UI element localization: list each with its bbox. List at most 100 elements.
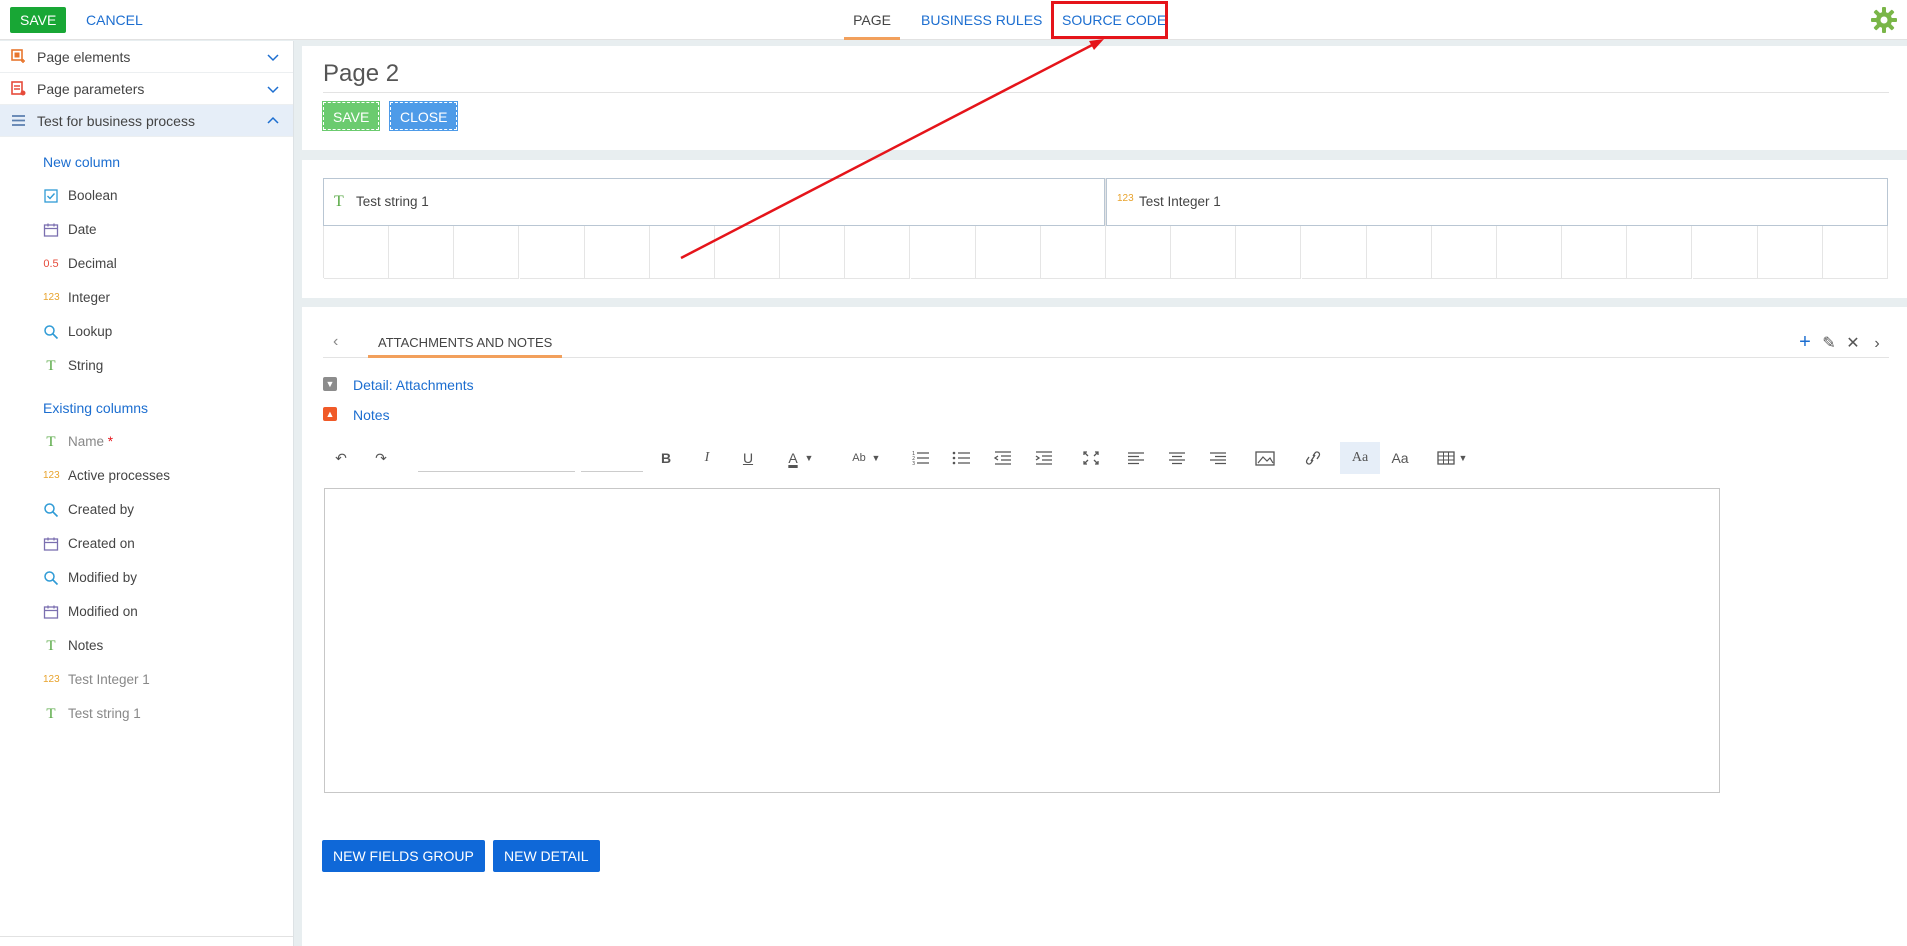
page-parameters-icon	[11, 81, 26, 96]
redo-icon[interactable]: ↷	[368, 442, 394, 474]
column-integer[interactable]: 123 Integer	[0, 281, 293, 315]
align-right-icon[interactable]	[1205, 442, 1231, 474]
save-button[interactable]: SAVE	[10, 7, 67, 33]
column-name[interactable]: T Name *	[0, 425, 293, 459]
indent-icon[interactable]	[1032, 442, 1058, 474]
string-icon: T	[334, 193, 344, 210]
field-label: Test string 1	[356, 194, 429, 209]
outdent-icon[interactable]	[991, 442, 1017, 474]
column-notes[interactable]: T Notes	[0, 629, 293, 663]
notes-editor[interactable]	[324, 488, 1720, 793]
table-icon[interactable]	[1435, 442, 1457, 474]
bold-icon[interactable]: B	[653, 442, 679, 474]
column-label: String	[68, 358, 104, 373]
page-header-panel: Page 2 SAVE CLOSE	[302, 46, 1907, 150]
chevron-down-icon[interactable]	[267, 51, 279, 63]
required-mark: *	[107, 434, 114, 449]
search-icon	[44, 325, 59, 340]
column-created-on[interactable]: Created on	[0, 527, 293, 561]
underline-icon[interactable]: U	[735, 442, 761, 474]
edit-icon[interactable]: ✎	[1817, 333, 1841, 353]
align-center-icon[interactable]	[1164, 442, 1190, 474]
column-test-string-1[interactable]: T Test string 1	[0, 697, 293, 731]
column-label: Decimal	[68, 256, 117, 271]
column-created-by[interactable]: Created by	[0, 493, 293, 527]
column-modified-by[interactable]: Modified by	[0, 561, 293, 595]
column-label: Created on	[68, 536, 135, 551]
cancel-button[interactable]: CANCEL	[76, 7, 153, 33]
detail-label: Detail: Attachments	[353, 377, 474, 393]
field-test-string-1[interactable]: T Test string 1	[323, 178, 1105, 226]
fullscreen-icon[interactable]	[1078, 442, 1104, 474]
font-size-select[interactable]	[581, 448, 643, 472]
page-title: Page 2	[323, 60, 400, 87]
column-label: Lookup	[68, 324, 113, 339]
decimal-icon: 0.5	[43, 258, 59, 270]
new-fields-group-button[interactable]: NEW FIELDS GROUP	[322, 840, 485, 872]
new-column-title: New column	[43, 154, 121, 170]
chevron-up-icon[interactable]	[267, 115, 279, 127]
chevron-down-icon[interactable]: ▼	[1457, 442, 1469, 474]
tab-page[interactable]: PAGE	[844, 0, 900, 40]
chevron-down-icon[interactable]	[267, 83, 279, 95]
image-icon[interactable]	[1252, 442, 1278, 474]
bullet-list-icon[interactable]	[950, 442, 976, 474]
chevron-down-icon[interactable]: ▼	[870, 442, 882, 474]
new-detail-button[interactable]: NEW DETAIL	[493, 840, 600, 872]
field-test-integer-1[interactable]: 123 Test Integer 1	[1106, 178, 1888, 226]
detail-notes[interactable]: ▲ Notes	[323, 405, 390, 425]
chevron-down-icon[interactable]: ▼	[803, 442, 815, 474]
gear-icon[interactable]	[1870, 6, 1898, 34]
integer-icon: 123	[43, 674, 60, 685]
add-icon[interactable]: +	[1793, 331, 1817, 354]
tab-business-rules[interactable]: BUSINESS RULES	[921, 0, 1042, 40]
section-test-for-business-process[interactable]: Test for business process	[0, 105, 293, 137]
column-label: Boolean	[68, 188, 118, 203]
font-color-icon[interactable]: A	[783, 442, 803, 474]
column-boolean[interactable]: Boolean	[0, 179, 293, 213]
column-decimal[interactable]: 0.5 Decimal	[0, 247, 293, 281]
page-save-button[interactable]: SAVE	[321, 101, 381, 131]
column-active-processes[interactable]: 123 Active processes	[0, 459, 293, 493]
existing-columns-title: Existing columns	[43, 400, 149, 416]
integer-icon: 123	[43, 292, 60, 303]
section-page-parameters[interactable]: Page parameters	[0, 73, 293, 105]
column-string[interactable]: T String	[0, 349, 293, 383]
highlight-color-icon[interactable]: Ab	[848, 442, 870, 474]
chevron-left-icon[interactable]: ‹	[333, 333, 338, 351]
column-date[interactable]: Date	[0, 213, 293, 247]
calendar-icon	[43, 223, 59, 237]
undo-icon[interactable]: ↶	[328, 442, 354, 474]
integer-icon: 123	[43, 470, 60, 481]
detail-attachments[interactable]: ▼ Detail: Attachments	[323, 375, 474, 395]
serif-font-icon[interactable]: Aa	[1340, 442, 1380, 474]
sans-font-icon[interactable]: Aa	[1387, 442, 1413, 474]
search-icon	[44, 503, 59, 518]
tab-actions: + ✎ ✕ ›	[1793, 331, 1889, 354]
column-label: Test string 1	[68, 706, 141, 721]
chevron-right-icon[interactable]: ›	[1865, 335, 1889, 353]
column-test-integer-1[interactable]: 123 Test Integer 1	[0, 663, 293, 697]
font-family-select[interactable]	[418, 448, 575, 472]
string-icon: T	[46, 706, 56, 722]
italic-icon[interactable]: I	[694, 442, 720, 474]
section-label: Page elements	[37, 49, 131, 65]
close-icon[interactable]: ✕	[1841, 333, 1865, 353]
numbered-list-icon[interactable]: 123	[909, 442, 935, 474]
column-modified-on[interactable]: Modified on	[0, 595, 293, 629]
calendar-icon	[43, 605, 59, 619]
column-lookup[interactable]: Lookup	[0, 315, 293, 349]
link-icon[interactable]	[1300, 442, 1326, 474]
details-panel: ‹ ATTACHMENTS AND NOTES + ✎ ✕ › ▼ Detail: A…	[302, 307, 1907, 946]
integer-icon: 123	[1117, 193, 1134, 204]
column-label: Notes	[68, 638, 104, 653]
tab-attachments-and-notes[interactable]: ATTACHMENTS AND NOTES	[368, 327, 563, 358]
expand-toggle-icon[interactable]: ▲	[323, 407, 337, 421]
collapse-toggle-icon[interactable]: ▼	[323, 377, 337, 391]
align-left-icon[interactable]	[1123, 442, 1149, 474]
page-close-button[interactable]: CLOSE	[388, 101, 459, 131]
column-label: Created by	[68, 502, 135, 517]
section-page-elements[interactable]: Page elements	[0, 41, 293, 73]
column-label: Modified by	[68, 570, 138, 585]
page-elements-icon	[11, 49, 25, 63]
